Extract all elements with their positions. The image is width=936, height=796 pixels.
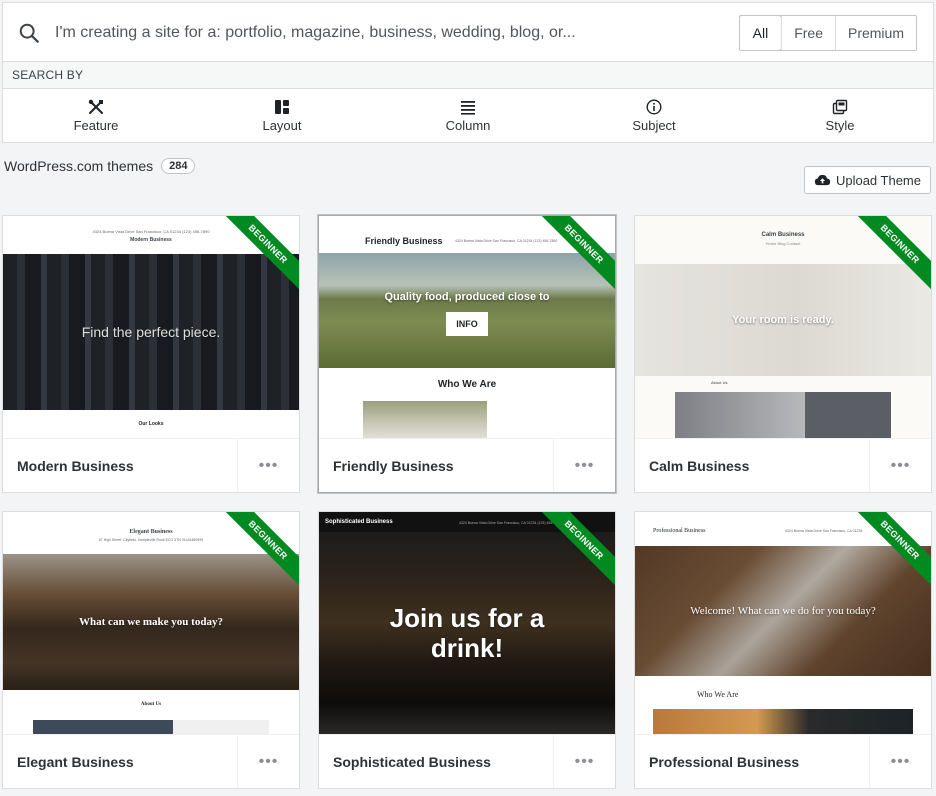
preview-hero-text: Join us for a drink! [389, 603, 545, 663]
search-icon [19, 23, 39, 43]
info-icon [646, 98, 662, 115]
preview-text-block [805, 392, 891, 438]
theme-card[interactable]: Professional Business 4324 Buena Vista D… [634, 511, 932, 789]
tier-free-button[interactable]: Free [781, 16, 835, 50]
card-footer: Elegant Business ••• [3, 734, 299, 788]
preview-hero: Quality food, produced close to INFO [319, 253, 615, 368]
card-footer: Professional Business ••• [635, 734, 931, 788]
tier-premium-button[interactable]: Premium [834, 16, 916, 50]
theme-name[interactable]: Elegant Business [3, 754, 237, 770]
tier-toggle: All Free Premium [738, 15, 917, 51]
preview-section-heading: About Us [711, 380, 728, 385]
theme-name[interactable]: Sophisticated Business [319, 754, 553, 770]
upload-theme-button[interactable]: Upload Theme [803, 166, 931, 194]
filter-layout-label: Layout [262, 117, 302, 133]
theme-screenshot[interactable]: Friendly Business 4324 Buena Vista Drive… [319, 216, 615, 438]
theme-name[interactable]: Friendly Business [319, 458, 553, 474]
preview-site-title: Sophisticated Business [325, 519, 393, 525]
card-footer: Sophisticated Business ••• [319, 734, 615, 788]
tools-icon [88, 99, 103, 114]
preview-hero: Find the perfect piece. [3, 254, 299, 410]
more-options-button[interactable]: ••• [553, 734, 615, 788]
theme-card[interactable]: Sophisticated Business 4324 Buena Vista … [318, 511, 616, 789]
preview-hero: Welcome! What can we do for you today? [635, 546, 931, 676]
preview-hero-text: Welcome! What can we do for you today? [690, 604, 876, 617]
preview-hero-text: Find the perfect piece. [81, 324, 221, 340]
theme-screenshot[interactable]: Professional Business 4324 Buena Vista D… [635, 512, 931, 734]
tier-all-button[interactable]: All [739, 16, 783, 50]
preview-section-heading: Who We Are [697, 690, 739, 699]
theme-search-bar: All Free Premium [2, 2, 934, 62]
filter-column-label: Column [445, 117, 491, 133]
preview-info-button: INFO [446, 312, 488, 336]
filter-layout[interactable]: Layout [189, 89, 375, 142]
layout-icon [275, 99, 289, 114]
search-by-label: SEARCH BY [2, 62, 934, 88]
themes-count-badge: 284 [161, 158, 196, 174]
preview-site-title: Professional Business [653, 528, 706, 534]
theme-screenshot[interactable]: Sophisticated Business 4324 Buena Vista … [319, 512, 615, 734]
more-options-button[interactable]: ••• [869, 734, 931, 788]
search-input[interactable] [55, 17, 705, 49]
preview-hero-text: Your room is ready. [732, 314, 834, 326]
cloud-upload-icon [814, 174, 831, 186]
card-footer: Modern Business ••• [3, 438, 299, 492]
style-icon [832, 99, 848, 114]
theme-name[interactable]: Professional Business [635, 754, 869, 770]
upload-theme-label: Upload Theme [835, 172, 921, 188]
theme-card[interactable]: Elegant Business 67 High Street, Cityfie… [2, 511, 300, 789]
more-options-button[interactable]: ••• [237, 734, 299, 788]
theme-screenshot[interactable]: 4324 Buena Vista Drive San Francisco, CA… [3, 216, 299, 438]
preview-hero-text: What can we make you today? [79, 616, 223, 628]
preview-image [363, 401, 487, 438]
theme-name[interactable]: Calm Business [635, 458, 869, 474]
preview-text-block [173, 720, 269, 734]
more-options-button[interactable]: ••• [237, 438, 299, 492]
more-options-button[interactable]: ••• [553, 438, 615, 492]
preview-hero-text: Quality food, produced close to [384, 291, 550, 303]
themes-section-title: WordPress.com themes [4, 158, 154, 174]
filter-subject[interactable]: Subject [561, 89, 747, 142]
preview-hero: Your room is ready. [635, 264, 931, 376]
filter-column[interactable]: Column [375, 89, 561, 142]
preview-site-title: Friendly Business [365, 236, 443, 246]
column-icon [461, 100, 475, 115]
themes-count-row: WordPress.com themes 284 [4, 158, 196, 174]
filter-subject-label: Subject [632, 117, 676, 133]
filter-feature[interactable]: Feature [3, 89, 189, 142]
preview-image [33, 720, 173, 734]
card-footer: Friendly Business ••• [319, 438, 615, 492]
preview-address: 4324 Buena Vista Drive San Francisco, CA… [459, 521, 562, 525]
preview-image [675, 392, 805, 438]
preview-section-heading: Who We Are [437, 379, 497, 390]
filter-style[interactable]: Style [747, 89, 933, 142]
theme-name[interactable]: Modern Business [3, 458, 237, 474]
theme-card[interactable]: Friendly Business 4324 Buena Vista Drive… [318, 215, 616, 493]
theme-screenshot[interactable]: Elegant Business 67 High Street, Cityfie… [3, 512, 299, 734]
card-footer: Calm Business ••• [635, 438, 931, 492]
preview-hero: Join us for a drink! [319, 532, 615, 734]
more-options-button[interactable]: ••• [869, 438, 931, 492]
preview-section-heading: Our Looks [138, 421, 164, 427]
preview-section-heading: About Us [140, 702, 162, 707]
filter-feature-label: Feature [73, 117, 119, 133]
theme-screenshot[interactable]: Calm Business Home Blog Contact Your roo… [635, 216, 931, 438]
theme-card[interactable]: Calm Business Home Blog Contact Your roo… [634, 215, 932, 493]
preview-image [653, 709, 913, 734]
filter-style-label: Style [825, 117, 855, 133]
preview-hero: What can we make you today? [3, 554, 299, 690]
search-by-filters: Feature Layout Column Subject Style [2, 88, 934, 143]
theme-card[interactable]: 4324 Buena Vista Drive San Francisco, CA… [2, 215, 300, 493]
